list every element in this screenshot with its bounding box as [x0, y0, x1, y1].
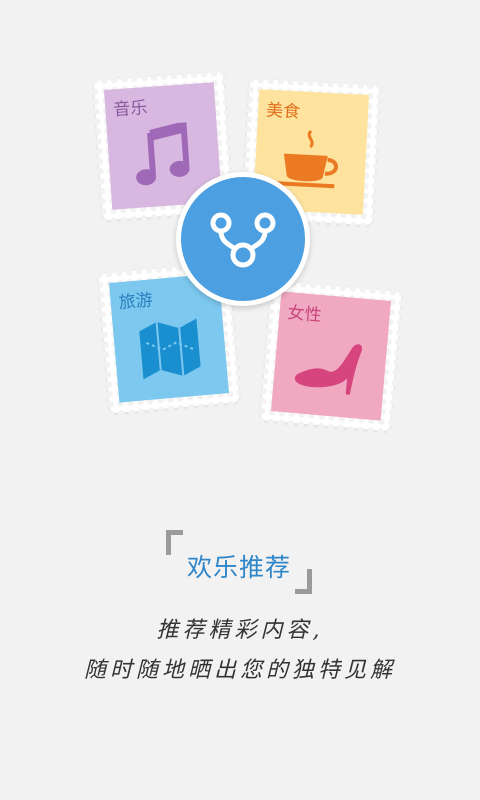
intro-title: 欢乐推荐 [186, 553, 291, 582]
app-logo-icon [176, 172, 310, 306]
intro-line-2: 随时随地晒出您的独特见解 [83, 658, 396, 683]
intro-line-1: 推荐精彩内容, [156, 618, 324, 643]
stamp-women-face: 女性 [270, 291, 392, 421]
right-bracket [295, 569, 312, 594]
stamp-women: 女性 [260, 280, 402, 432]
intro-title-frame: 欢乐推荐 [166, 530, 312, 594]
welcome-screen: 音乐 美食 旅游 女性 欢乐推荐 推荐精彩内容, 随时随地晒出您的独特见解 [0, 0, 480, 800]
map-icon [111, 301, 228, 394]
high-heel-icon [272, 319, 389, 412]
